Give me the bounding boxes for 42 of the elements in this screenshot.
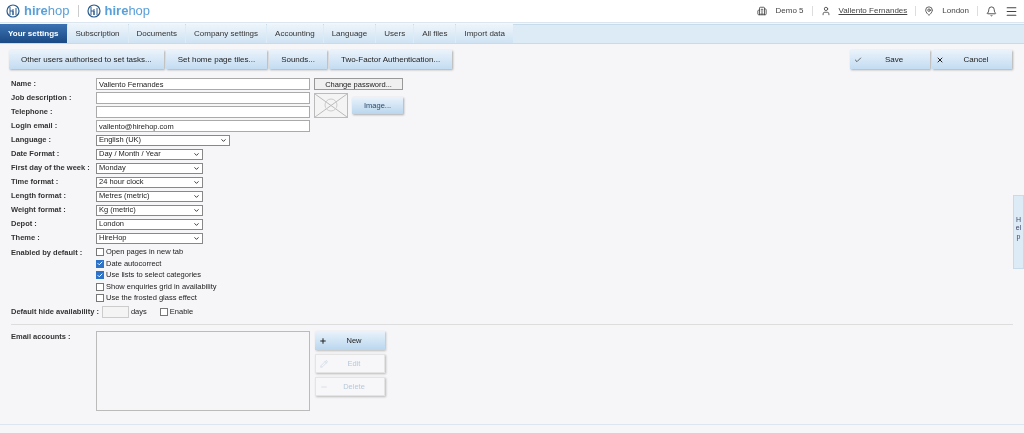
plus-icon [319,336,327,345]
logo-text: hirehop [24,2,70,21]
notification-icon[interactable] [986,5,997,17]
tab[interactable]: All files [414,24,456,43]
pencil-icon [320,359,328,368]
logo-icon [86,4,101,18]
checkbox[interactable] [96,271,104,279]
days-field[interactable] [101,306,129,318]
tab[interactable]: Accounting [267,24,323,43]
company-name: Demo 5 [775,5,804,17]
depot-name: London [942,5,969,17]
user-link[interactable]: Vallento Fernandes [838,5,908,17]
toolbar-button[interactable]: Sounds... [269,50,327,69]
logo-icon [6,4,20,18]
menu-icon[interactable] [1005,4,1018,18]
tab[interactable]: Documents [128,24,186,43]
user-icon [820,6,831,16]
checkbox[interactable] [96,248,104,256]
text-field[interactable] [96,92,310,104]
toolbar-button[interactable]: Set home page tiles... [165,50,268,69]
tab[interactable]: Language [323,24,376,43]
tab[interactable]: Users [376,24,414,43]
caret-icon [220,136,227,144]
checkbox[interactable] [159,308,168,316]
tab[interactable]: Your settings [0,24,67,43]
location-icon [924,6,935,16]
checkbox[interactable] [96,259,104,268]
logo-text: hirehop [104,2,151,21]
save-button[interactable]: Save [850,50,930,69]
toolbar-button[interactable]: Other users authorised to set tasks... [9,50,164,69]
close-icon [936,55,944,64]
broken-image-icon [314,93,348,118]
cancel-button[interactable]: Cancel [932,50,1012,69]
toolbar-button[interactable]: Two-Factor Authentication... [328,50,453,69]
tab[interactable]: Subscription [67,24,128,43]
checkbox[interactable] [96,294,104,302]
checkbox[interactable] [96,282,104,291]
text-field[interactable] [96,106,310,118]
tab[interactable]: Company settings [186,24,267,43]
check-icon [854,55,862,64]
tab[interactable]: Import data [456,24,513,43]
building-icon [757,6,768,16]
